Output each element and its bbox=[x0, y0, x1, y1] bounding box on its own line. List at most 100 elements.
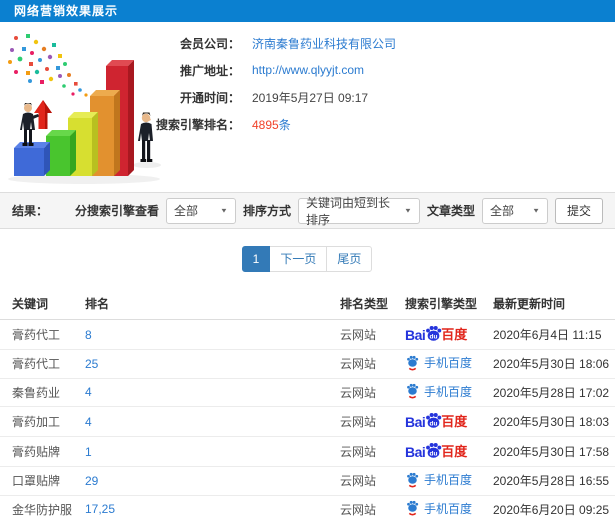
rank-link[interactable]: 8 bbox=[73, 319, 328, 350]
updated-cell: 2020年6月4日 11:15 bbox=[481, 319, 615, 350]
mobile-baidu-paw-icon bbox=[407, 472, 419, 487]
next-page-button[interactable]: 下一页 bbox=[269, 246, 328, 272]
sort-value: 关键词由短到长排序 bbox=[305, 195, 390, 227]
updated-cell: 2020年5月30日 18:06 bbox=[481, 349, 615, 379]
engine-filter-select[interactable]: 全部 ▼ bbox=[165, 197, 236, 224]
updated-cell: 2020年5月28日 16:55 bbox=[481, 466, 615, 496]
mobile-baidu-logo: 手机百度 bbox=[405, 471, 472, 488]
keyword-cell: 膏药代工 bbox=[0, 349, 73, 379]
result-label: 结果： bbox=[12, 204, 49, 218]
keyword-cell: 膏药贴牌 bbox=[0, 436, 73, 467]
keyword-cell: 膏药代工 bbox=[0, 319, 73, 350]
mobile-baidu-logo: 手机百度 bbox=[405, 500, 472, 517]
col-engine-type: 搜索引擎类型 bbox=[393, 288, 481, 320]
updated-cell: 2020年6月20日 09:25 bbox=[481, 495, 615, 520]
rank-link[interactable]: 17,25 bbox=[73, 495, 328, 520]
page-1-button[interactable]: 1 bbox=[241, 246, 271, 272]
info-section: 会员公司： 济南秦鲁药业科技有限公司 推广地址： http://www.qlyy… bbox=[0, 22, 615, 192]
submit-button[interactable]: 提交 bbox=[554, 197, 603, 224]
rank-type-cell: 云网站 bbox=[328, 466, 393, 496]
mobile-baidu-paw-icon bbox=[407, 355, 419, 370]
col-rank: 排名 bbox=[73, 288, 328, 320]
updated-cell: 2020年5月30日 18:03 bbox=[481, 406, 615, 437]
open-time-field: 开通时间： 2019年5月27日 09:17 bbox=[148, 88, 615, 106]
bar-blue bbox=[14, 142, 50, 176]
caret-down-icon: ▼ bbox=[220, 206, 228, 215]
article-type-select[interactable]: 全部 ▼ bbox=[481, 197, 548, 224]
promo-url-label: 推广地址： bbox=[179, 63, 240, 78]
bar-green bbox=[46, 130, 76, 176]
rank-unit: 条 bbox=[278, 117, 291, 132]
mobile-baidu-logo: 手机百度 bbox=[405, 354, 472, 371]
rank-type-cell: 云网站 bbox=[328, 349, 393, 379]
article-type-value: 全部 bbox=[489, 204, 514, 218]
page-title: 网络营销效果展示 bbox=[0, 0, 615, 22]
company-field: 会员公司： 济南秦鲁药业科技有限公司 bbox=[148, 34, 615, 52]
keyword-cell: 膏药加工 bbox=[0, 406, 73, 437]
engine-cell: 手机百度 bbox=[393, 378, 481, 407]
mobile-baidu-logo: 手机百度 bbox=[405, 383, 472, 400]
article-type-label: 文章类型 bbox=[426, 204, 475, 218]
engine-cell: 手机百度 bbox=[393, 349, 481, 379]
pagination: 1 下一页 尾页 bbox=[0, 229, 615, 288]
engine-cell: 手机百度 bbox=[393, 495, 481, 520]
rank-link[interactable]: 4 bbox=[73, 378, 328, 407]
rank-link[interactable]: 1 bbox=[73, 436, 328, 467]
baidu-logo: Bai du 百度 bbox=[405, 441, 467, 462]
businessman-left bbox=[20, 103, 39, 146]
company-label: 会员公司： bbox=[179, 36, 240, 51]
updated-cell: 2020年5月30日 17:58 bbox=[481, 436, 615, 467]
rank-link[interactable]: 4 bbox=[73, 406, 328, 437]
updated-cell: 2020年5月28日 17:02 bbox=[481, 378, 615, 407]
rank-type-cell: 云网站 bbox=[328, 378, 393, 407]
caret-down-icon: ▼ bbox=[404, 206, 412, 215]
filter-controls: 分搜索引擎查看 全部 ▼ 排序方式 关键词由短到长排序 ▼ 文章类型 全部 ▼ … bbox=[74, 196, 603, 227]
engine-rank-field: 搜索引擎排名： 4895条 bbox=[148, 115, 615, 133]
col-rank-type: 排名类型 bbox=[328, 288, 393, 320]
baidu-logo: Bai du 百度 bbox=[405, 411, 467, 432]
filter-bar: 结果： 分搜索引擎查看 全部 ▼ 排序方式 关键词由短到长排序 ▼ 文章类型 全… bbox=[0, 192, 615, 229]
svg-text:du: du bbox=[430, 420, 438, 427]
promo-url-field: 推广地址： http://www.qlyyjt.com bbox=[148, 61, 615, 79]
svg-text:du: du bbox=[430, 450, 438, 457]
table-row: 膏药代工 25 云网站 手机百度 2020年5月30日 18:06 bbox=[0, 349, 615, 379]
mobile-baidu-paw-icon bbox=[407, 500, 419, 516]
engine-cell: Bai du 百度 bbox=[393, 406, 481, 437]
keyword-cell: 秦鲁药业 bbox=[0, 378, 73, 407]
col-keyword: 关键词 bbox=[0, 288, 73, 320]
table-row: 膏药贴牌 1 云网站 Bai du 百度 2020年5月30日 17:58 bbox=[0, 436, 615, 467]
rank-link[interactable]: 25 bbox=[73, 349, 328, 379]
table-row: 膏药代工 8 云网站 Bai du 百度 2020年6月4日 11:15 bbox=[0, 319, 615, 350]
table-row: 口罩贴牌 29 云网站 手机百度 2020年5月28日 16:55 bbox=[0, 466, 615, 496]
table-header-row: 关键词 排名 排名类型 搜索引擎类型 最新更新时间 bbox=[0, 288, 615, 320]
open-time-label: 开通时间： bbox=[179, 90, 240, 105]
caret-down-icon: ▼ bbox=[532, 206, 540, 215]
svg-text:du: du bbox=[430, 333, 438, 340]
rank-type-cell: 云网站 bbox=[328, 436, 393, 467]
open-time-value: 2019年5月27日 09:17 bbox=[252, 90, 369, 105]
promo-url-link[interactable]: http://www.qlyyjt.com bbox=[252, 63, 364, 77]
rank-count: 4895 bbox=[252, 117, 279, 132]
last-page-button[interactable]: 尾页 bbox=[326, 246, 373, 272]
engine-cell: 手机百度 bbox=[393, 466, 481, 496]
mobile-baidu-paw-icon bbox=[407, 383, 419, 399]
company-link[interactable]: 济南秦鲁药业科技有限公司 bbox=[252, 35, 396, 52]
company-info: 会员公司： 济南秦鲁药业科技有限公司 推广地址： http://www.qlyy… bbox=[148, 34, 615, 142]
results-table: 关键词 排名 排名类型 搜索引擎类型 最新更新时间 膏药代工 8 云网站 Bai… bbox=[0, 288, 615, 520]
table-row: 膏药加工 4 云网站 Bai du 百度 2020年5月30日 18:03 bbox=[0, 406, 615, 437]
table-row: 秦鲁药业 4 云网站 手机百度 2020年5月28日 17:02 bbox=[0, 378, 615, 407]
engine-rank-label: 搜索引擎排名： bbox=[155, 117, 240, 132]
confetti-dots bbox=[8, 34, 88, 97]
table-row: 金华防护服 17,25 云网站 手机百度 2020年6月20日 09:25 bbox=[0, 495, 615, 520]
sort-select[interactable]: 关键词由短到长排序 ▼ bbox=[297, 196, 420, 227]
rank-type-cell: 云网站 bbox=[328, 319, 393, 350]
engine-rank-value: 4895条 bbox=[252, 116, 291, 133]
rank-link[interactable]: 29 bbox=[73, 466, 328, 496]
engine-filter-label: 分搜索引擎查看 bbox=[74, 204, 159, 218]
page: 网络营销效果展示 会员公司： 济南秦鲁药业科技有限公司 推广地址： http:/… bbox=[0, 0, 615, 520]
baidu-logo: Bai du 百度 bbox=[405, 324, 467, 345]
engine-cell: Bai du 百度 bbox=[393, 319, 481, 350]
col-updated: 最新更新时间 bbox=[481, 288, 615, 320]
rank-type-cell: 云网站 bbox=[328, 406, 393, 437]
keyword-cell: 口罩贴牌 bbox=[0, 466, 73, 496]
